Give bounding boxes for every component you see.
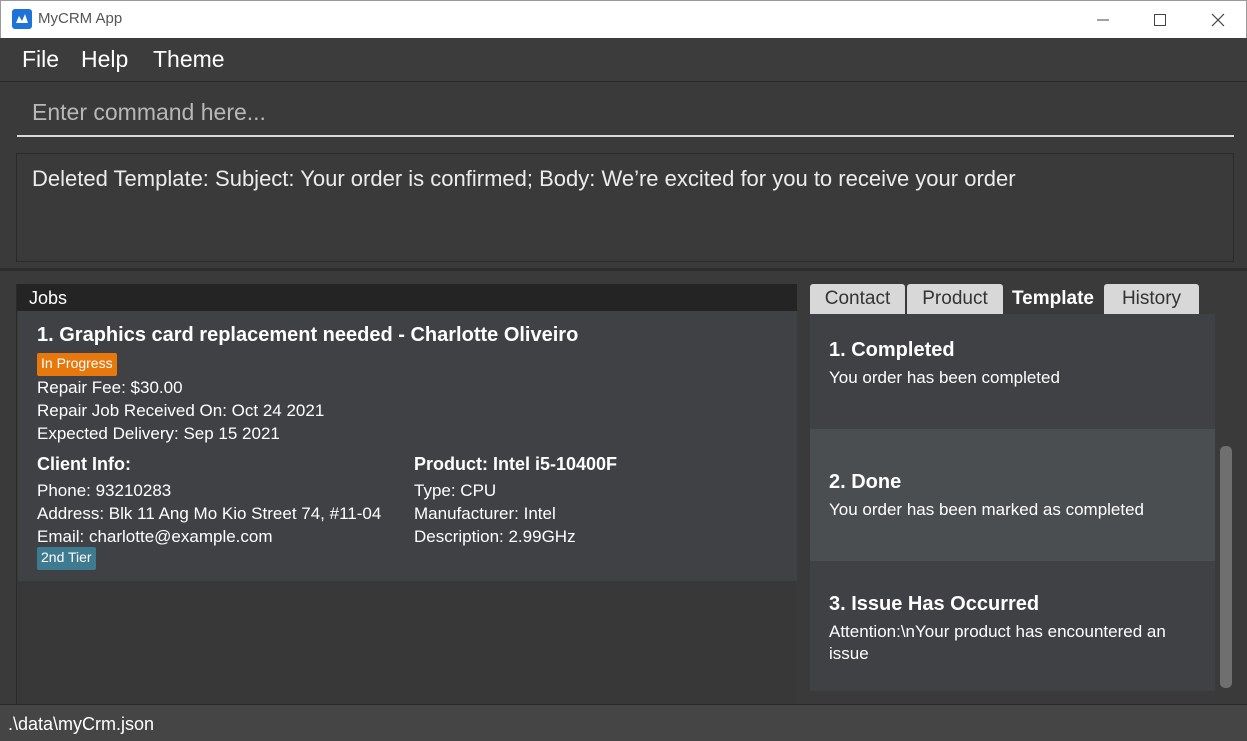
command-box [17, 90, 1234, 137]
maximize-icon [1154, 13, 1166, 26]
product-manufacturer: Manufacturer: Intel [414, 504, 556, 523]
list-item[interactable]: 3. Issue Has Occurred Attention:\nYour p… [810, 561, 1215, 691]
tab-template[interactable]: Template [1005, 284, 1101, 314]
scrollbar-thumb[interactable] [1220, 446, 1232, 688]
template-body: Attention:\nYour product has encountered… [829, 622, 1166, 663]
menu-file[interactable]: File [22, 46, 59, 73]
status-bar: .\data\myCrm.json [0, 704, 1247, 741]
menu-theme[interactable]: Theme [153, 46, 225, 73]
maximize-button[interactable] [1131, 1, 1189, 38]
tier-badge: 2nd Tier [37, 547, 96, 570]
client-address: Address: Blk 11 Ang Mo Kio Street 74, #1… [37, 504, 382, 523]
client-phone: Phone: 93210283 [37, 481, 172, 500]
menu-bar: File Help Theme [0, 38, 1247, 82]
product-description: Description: 2.99GHz [414, 527, 576, 546]
template-body: You order has been completed [829, 368, 1060, 387]
job-title: 1. Graphics card replacement needed - Ch… [37, 324, 579, 346]
job-delivery-date: Expected Delivery: Sep 15 2021 [37, 424, 280, 443]
template-title: 1. Completed [829, 339, 955, 361]
tab-contact[interactable]: Contact [810, 284, 905, 314]
command-input[interactable] [17, 90, 1234, 135]
product-heading: Product: Intel i5-10400F [414, 454, 618, 474]
client-email: Email: charlotte@example.com [37, 527, 273, 546]
title-bar: MyCRM App [0, 0, 1247, 38]
jobs-header-label: Jobs [29, 288, 68, 308]
menu-help[interactable]: Help [81, 46, 128, 73]
jobs-header: Jobs [17, 284, 797, 311]
template-title: 2. Done [829, 471, 902, 493]
tab-product[interactable]: Product [907, 284, 1003, 314]
template-body: You order has been marked as completed [829, 500, 1145, 519]
template-title: 3. Issue Has Occurred [829, 593, 1040, 615]
list-item[interactable]: 1. Completed You order has been complete… [810, 314, 1215, 429]
status-badge: In Progress [37, 353, 117, 376]
mycrm-logo-icon [12, 9, 32, 29]
list-item[interactable]: 2. Done You order has been marked as com… [810, 429, 1215, 561]
close-button[interactable] [1189, 1, 1247, 38]
panel-divider[interactable] [0, 268, 1247, 271]
product-type: Type: CPU [414, 481, 497, 500]
job-received-date: Repair Job Received On: Oct 24 2021 [37, 401, 325, 420]
job-repair-fee: Repair Fee: $30.00 [37, 378, 183, 397]
template-list: 1. Completed You order has been complete… [810, 314, 1215, 691]
window-title: MyCRM App [38, 10, 123, 27]
minimize-button[interactable] [1074, 1, 1132, 38]
tab-history[interactable]: History [1104, 284, 1199, 314]
save-location: .\data\myCrm.json [8, 714, 155, 734]
close-icon [1211, 13, 1225, 26]
jobs-panel: Jobs 1. Graphics card replacement needed… [16, 284, 797, 704]
result-display: Deleted Template: Subject: Your order is… [16, 153, 1234, 262]
job-card[interactable]: 1. Graphics card replacement needed - Ch… [18, 311, 797, 581]
minimize-icon [1097, 19, 1109, 20]
result-message: Deleted Template: Subject: Your order is… [32, 166, 1016, 191]
client-info-heading: Client Info: [37, 454, 131, 474]
